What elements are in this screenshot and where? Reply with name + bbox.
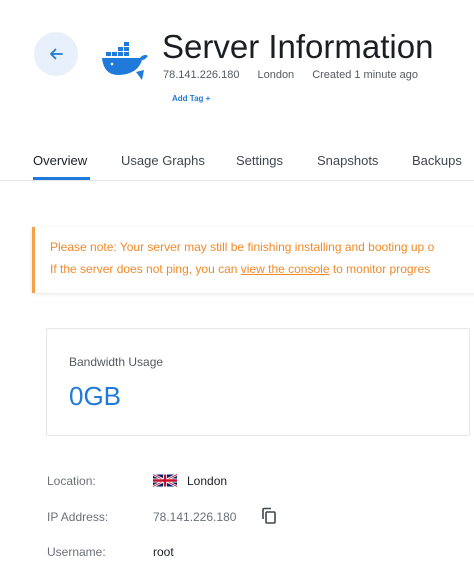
docker-whale-icon [102,42,148,80]
username-label: Username: [47,545,106,559]
server-meta: 78.141.226.180 London Created 1 minute a… [163,69,418,81]
header-created: Created 1 minute ago [312,69,418,81]
bandwidth-label: Bandwidth Usage [69,355,164,369]
add-tag-link[interactable]: Add Tag + [172,94,210,103]
username-value: root [153,545,174,559]
tab-backups[interactable]: Backups [412,153,462,168]
header-location: London [257,69,295,81]
location-row: Location: London [47,472,467,492]
tab-bar: Overview Usage Graphs Settings Snapshots… [0,140,474,181]
setup-notice: Please note: Your server may still be fi… [32,227,474,293]
uk-flag-icon [153,473,177,488]
tab-overview[interactable]: Overview [33,153,87,168]
tab-settings[interactable]: Settings [236,153,283,168]
notice-line-1: Please note: Your server may still be fi… [50,240,435,254]
tab-snapshots[interactable]: Snapshots [317,153,378,168]
active-tab-indicator [33,177,90,180]
page-header: Server Information 78.141.226.180 London… [0,0,474,130]
ip-label: IP Address: [47,510,109,524]
notice-text-after: to monitor progres [329,262,431,276]
view-console-link[interactable]: view the console [241,262,330,276]
bandwidth-value: 0GB [69,381,122,411]
tab-usage-graphs[interactable]: Usage Graphs [121,153,205,168]
bandwidth-card: Bandwidth Usage 0GB [46,328,470,436]
ip-row: IP Address: 78.141.226.180 [47,507,467,528]
copy-icon[interactable] [261,507,277,525]
username-row: Username: root [47,543,467,563]
header-ip: 78.141.226.180 [163,69,240,81]
back-button[interactable] [34,32,78,76]
notice-line-2: If the server does not ping, you can vie… [50,262,430,276]
ip-value: 78.141.226.180 [153,510,237,524]
location-label: Location: [47,474,96,488]
arrow-left-icon [50,48,63,60]
location-value: London [187,474,228,488]
notice-text-before: If the server does not ping, you can [50,262,241,276]
page-title: Server Information [162,28,434,65]
